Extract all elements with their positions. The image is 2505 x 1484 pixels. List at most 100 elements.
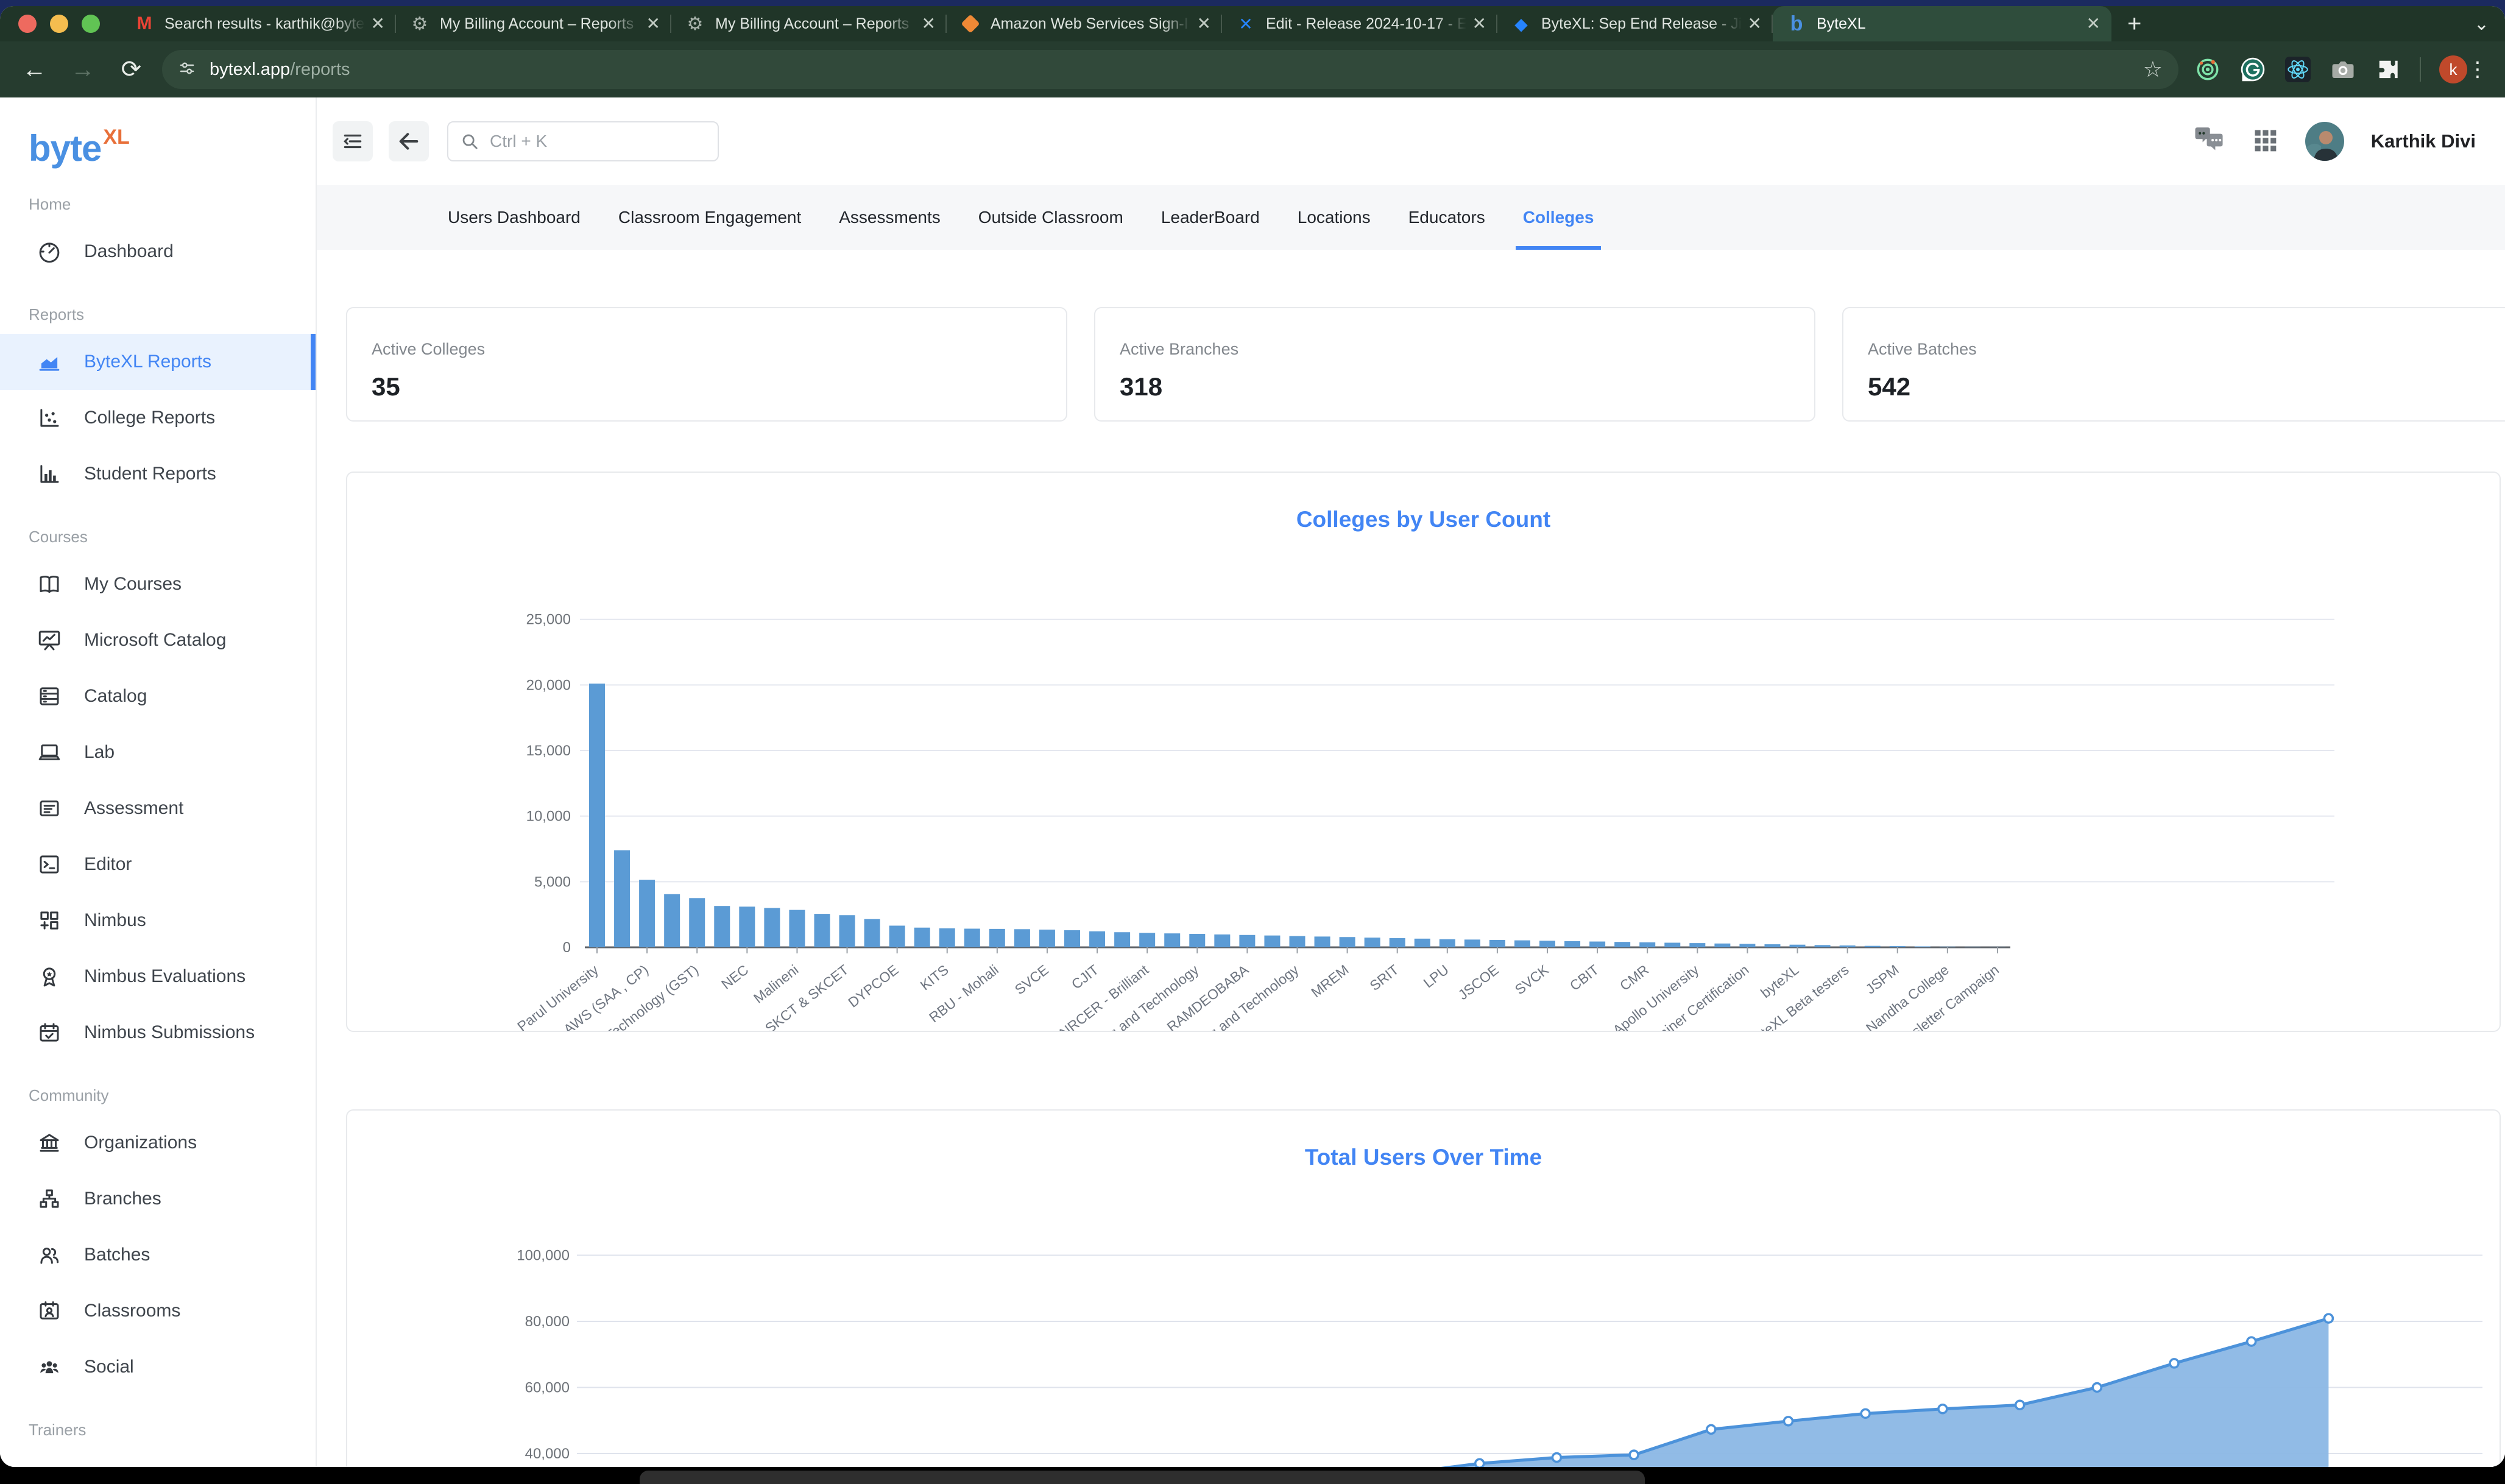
sidebar-item-branches[interactable]: Branches xyxy=(0,1171,316,1227)
sidebar-item-nimbus-submissions[interactable]: Nimbus Submissions xyxy=(0,1005,316,1061)
tab-close-icon[interactable]: ✕ xyxy=(1472,15,1486,32)
tab-assessments[interactable]: Assessments xyxy=(839,185,941,250)
stat-value: 318 xyxy=(1120,372,1790,401)
sidebar-item-catalog[interactable]: Catalog xyxy=(0,668,316,724)
tab-classroom-engagement[interactable]: Classroom Engagement xyxy=(618,185,801,250)
target-icon[interactable] xyxy=(2194,56,2221,83)
bar-chart-card: Colleges by User Count 25,00020,00015,00… xyxy=(346,472,2501,1032)
browser-tab[interactable]: ✕ Edit - Release 2024-10-17 - E ✕ xyxy=(1222,6,1497,41)
browser-tab[interactable]: Amazon Web Services Sign-I✕ xyxy=(947,6,1222,41)
tab-locations[interactable]: Locations xyxy=(1298,185,1371,250)
svg-text:MREM: MREM xyxy=(1308,961,1351,1000)
svg-text:SKCT & SKCET: SKCT & SKCET xyxy=(762,961,852,1032)
scatter-chart-icon xyxy=(37,405,62,431)
user-avatar[interactable] xyxy=(2305,122,2344,161)
sidebar-item-student-reports[interactable]: Student Reports xyxy=(0,446,316,502)
new-tab-button[interactable]: + xyxy=(2127,10,2141,38)
sidebar-section-home: Home xyxy=(29,195,316,214)
browser-menu-icon[interactable]: ⋮ xyxy=(2467,57,2488,82)
bytexl-icon: b xyxy=(1786,13,1807,34)
jira-edit-icon: ✕ xyxy=(1235,13,1256,34)
sidebar-collapse-button[interactable] xyxy=(333,121,373,161)
tab-close-icon[interactable]: ✕ xyxy=(1748,15,1762,32)
stat-value: 542 xyxy=(1868,372,2505,401)
apps-grid-icon[interactable] xyxy=(2252,127,2278,157)
global-search[interactable] xyxy=(447,121,719,161)
page-back-button[interactable] xyxy=(389,121,429,161)
billing-gear-icon: ⚙ xyxy=(685,13,705,34)
sidebar-item-batches[interactable]: Batches xyxy=(0,1227,316,1283)
tab-close-icon[interactable]: ✕ xyxy=(2086,15,2100,32)
sidebar-item-label: Lab xyxy=(84,742,115,763)
sidebar-item-social[interactable]: Social xyxy=(0,1339,316,1395)
react-icon[interactable] xyxy=(2284,56,2311,83)
sidebar-item-nimbus[interactable]: Nimbus xyxy=(0,892,316,949)
url-text[interactable]: bytexl.app/reports xyxy=(210,60,350,80)
sidebar-item-editor[interactable]: Editor xyxy=(0,836,316,892)
sidebar-item-organizations[interactable]: Organizations xyxy=(0,1115,316,1171)
sidebar-item-dashboard[interactable]: Dashboard xyxy=(0,224,316,280)
reload-icon[interactable]: ⟳ xyxy=(118,55,145,83)
grammarly-icon[interactable] xyxy=(2239,56,2266,83)
svg-text:CBIT: CBIT xyxy=(1567,961,1602,994)
svg-text:LPU: LPU xyxy=(1421,961,1452,991)
tab-close-icon[interactable]: ✕ xyxy=(922,15,936,32)
sidebar-item-microsoft-catalog[interactable]: Microsoft Catalog xyxy=(0,612,316,668)
svg-text:DYPCOE: DYPCOE xyxy=(845,961,902,1010)
url-bar[interactable]: bytexl.app/reports ☆ xyxy=(162,50,2178,89)
maximize-window-button[interactable] xyxy=(82,15,100,33)
browser-tab[interactable]: ◆ByteXL: Sep End Release - Ji✕ xyxy=(1497,6,1773,41)
dashboard-icon xyxy=(37,239,62,264)
tab-educators[interactable]: Educators xyxy=(1408,185,1485,250)
page-body: Active Colleges35Active Branches318Activ… xyxy=(317,250,2505,1467)
browser-tab[interactable]: b ByteXL ✕ xyxy=(1773,6,2111,41)
sidebar-item-nimbus-evaluations[interactable]: Nimbus Evaluations xyxy=(0,949,316,1005)
forward-icon[interactable]: → xyxy=(69,56,96,83)
sidebar-item-lab[interactable]: Lab xyxy=(0,724,316,780)
users-area-chart[interactable]: 100,00080,00060,00040,000 xyxy=(347,1111,2501,1467)
svg-text:100,000: 100,000 xyxy=(517,1248,570,1264)
user-name[interactable]: Karthik Divi xyxy=(2371,130,2476,152)
browser-tab[interactable]: ⚙My Billing Account – Reports✕ xyxy=(671,6,947,41)
tab-outside-classroom[interactable]: Outside Classroom xyxy=(978,185,1123,250)
tab-search-icon[interactable]: ⌄ xyxy=(2474,13,2489,35)
sidebar-item-classrooms[interactable]: Classrooms xyxy=(0,1283,316,1339)
bytexl-logo[interactable]: byteXL xyxy=(29,125,316,169)
sidebar-item-label: Organizations xyxy=(84,1132,197,1153)
sidebar-item-college-reports[interactable]: College Reports xyxy=(0,390,316,446)
colleges-bar-chart[interactable]: 25,00020,00015,00010,0005,0000Parul Univ… xyxy=(347,473,2501,1032)
sidebar-item-bytexl-reports[interactable]: ByteXL Reports xyxy=(0,334,316,390)
puzzle-icon[interactable] xyxy=(2375,56,2401,83)
chrome-profile-avatar[interactable]: k xyxy=(2439,55,2467,83)
search-input[interactable] xyxy=(489,131,705,152)
sidebar-item-assessment[interactable]: Assessment xyxy=(0,780,316,836)
tab-colleges[interactable]: Colleges xyxy=(1523,185,1594,250)
chat-icon[interactable] xyxy=(2193,126,2225,157)
tab-leaderboard[interactable]: LeaderBoard xyxy=(1161,185,1260,250)
tab-close-icon[interactable]: ✕ xyxy=(1197,15,1211,32)
tab-close-icon[interactable]: ✕ xyxy=(371,15,385,32)
sidebar-item-label: Catalog xyxy=(84,686,147,707)
sidebar-item-label: Dashboard xyxy=(84,241,174,262)
svg-text:40,000: 40,000 xyxy=(525,1446,570,1462)
close-window-button[interactable] xyxy=(18,15,37,33)
badge-person-icon xyxy=(37,1298,62,1324)
camera-icon[interactable] xyxy=(2330,56,2356,83)
tab-close-icon[interactable]: ✕ xyxy=(646,15,660,32)
tab-title: ByteXL xyxy=(1817,15,2080,33)
tab-users-dashboard[interactable]: Users Dashboard xyxy=(448,185,581,250)
extensions-row: k xyxy=(2194,55,2467,83)
bookmark-star-icon[interactable]: ☆ xyxy=(2143,57,2163,82)
sidebar-item-my-courses[interactable]: My Courses xyxy=(0,556,316,612)
svg-text:SVCK: SVCK xyxy=(1512,961,1552,997)
sidebar-item-label: Nimbus xyxy=(84,910,146,931)
minimize-window-button[interactable] xyxy=(50,15,68,33)
back-icon[interactable]: ← xyxy=(21,56,48,83)
terminal-icon xyxy=(37,852,62,877)
browser-tab[interactable]: MSearch results - karthik@byte✕ xyxy=(121,6,396,41)
tab-title: Edit - Release 2024-10-17 - E xyxy=(1266,15,1466,33)
gmail-icon: M xyxy=(134,13,155,34)
browser-tab[interactable]: ⚙My Billing Account – Reports✕ xyxy=(396,6,671,41)
site-settings-icon[interactable] xyxy=(178,59,196,80)
aws-icon xyxy=(960,13,981,34)
